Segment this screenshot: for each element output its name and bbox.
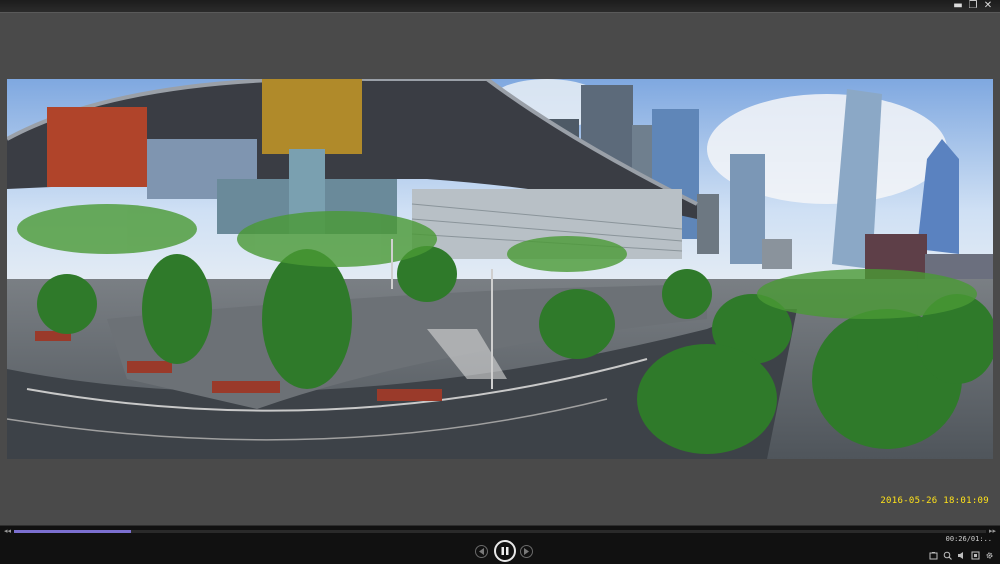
- previous-frame-button[interactable]: [475, 545, 488, 558]
- settings-icon[interactable]: [984, 550, 994, 560]
- next-frame-icon: [524, 548, 529, 555]
- next-frame-button[interactable]: [520, 545, 533, 558]
- seek-progress: [14, 530, 131, 533]
- restore-button[interactable]: ❐: [966, 0, 980, 12]
- snapshot-icon[interactable]: [928, 550, 938, 560]
- video-area[interactable]: 2016-05-26 18:01:09: [0, 13, 1000, 525]
- video-frame[interactable]: [7, 79, 993, 459]
- pause-icon: [501, 547, 509, 555]
- pause-button[interactable]: [494, 540, 516, 562]
- seek-end-icon[interactable]: ▸▸: [989, 527, 996, 535]
- video-scene: [7, 79, 993, 459]
- minimize-button[interactable]: ▬: [951, 0, 965, 12]
- playback-time: 00:26/01:..: [945, 535, 992, 543]
- volume-icon[interactable]: [956, 550, 966, 560]
- fullscreen-icon[interactable]: [970, 550, 980, 560]
- seek-bar[interactable]: [14, 530, 986, 533]
- toolbar-icons: [928, 550, 994, 560]
- video-timestamp: 2016-05-26 18:01:09: [880, 496, 989, 506]
- close-button[interactable]: ✕: [981, 0, 995, 12]
- seek-start-icon[interactable]: ◂◂: [4, 527, 11, 535]
- zoom-icon[interactable]: [942, 550, 952, 560]
- previous-frame-icon: [479, 548, 484, 555]
- title-bar: ▬ ❐ ✕: [0, 0, 1000, 13]
- player-control-bar: ◂◂ ▸▸ 00:26/01:..: [0, 525, 1000, 564]
